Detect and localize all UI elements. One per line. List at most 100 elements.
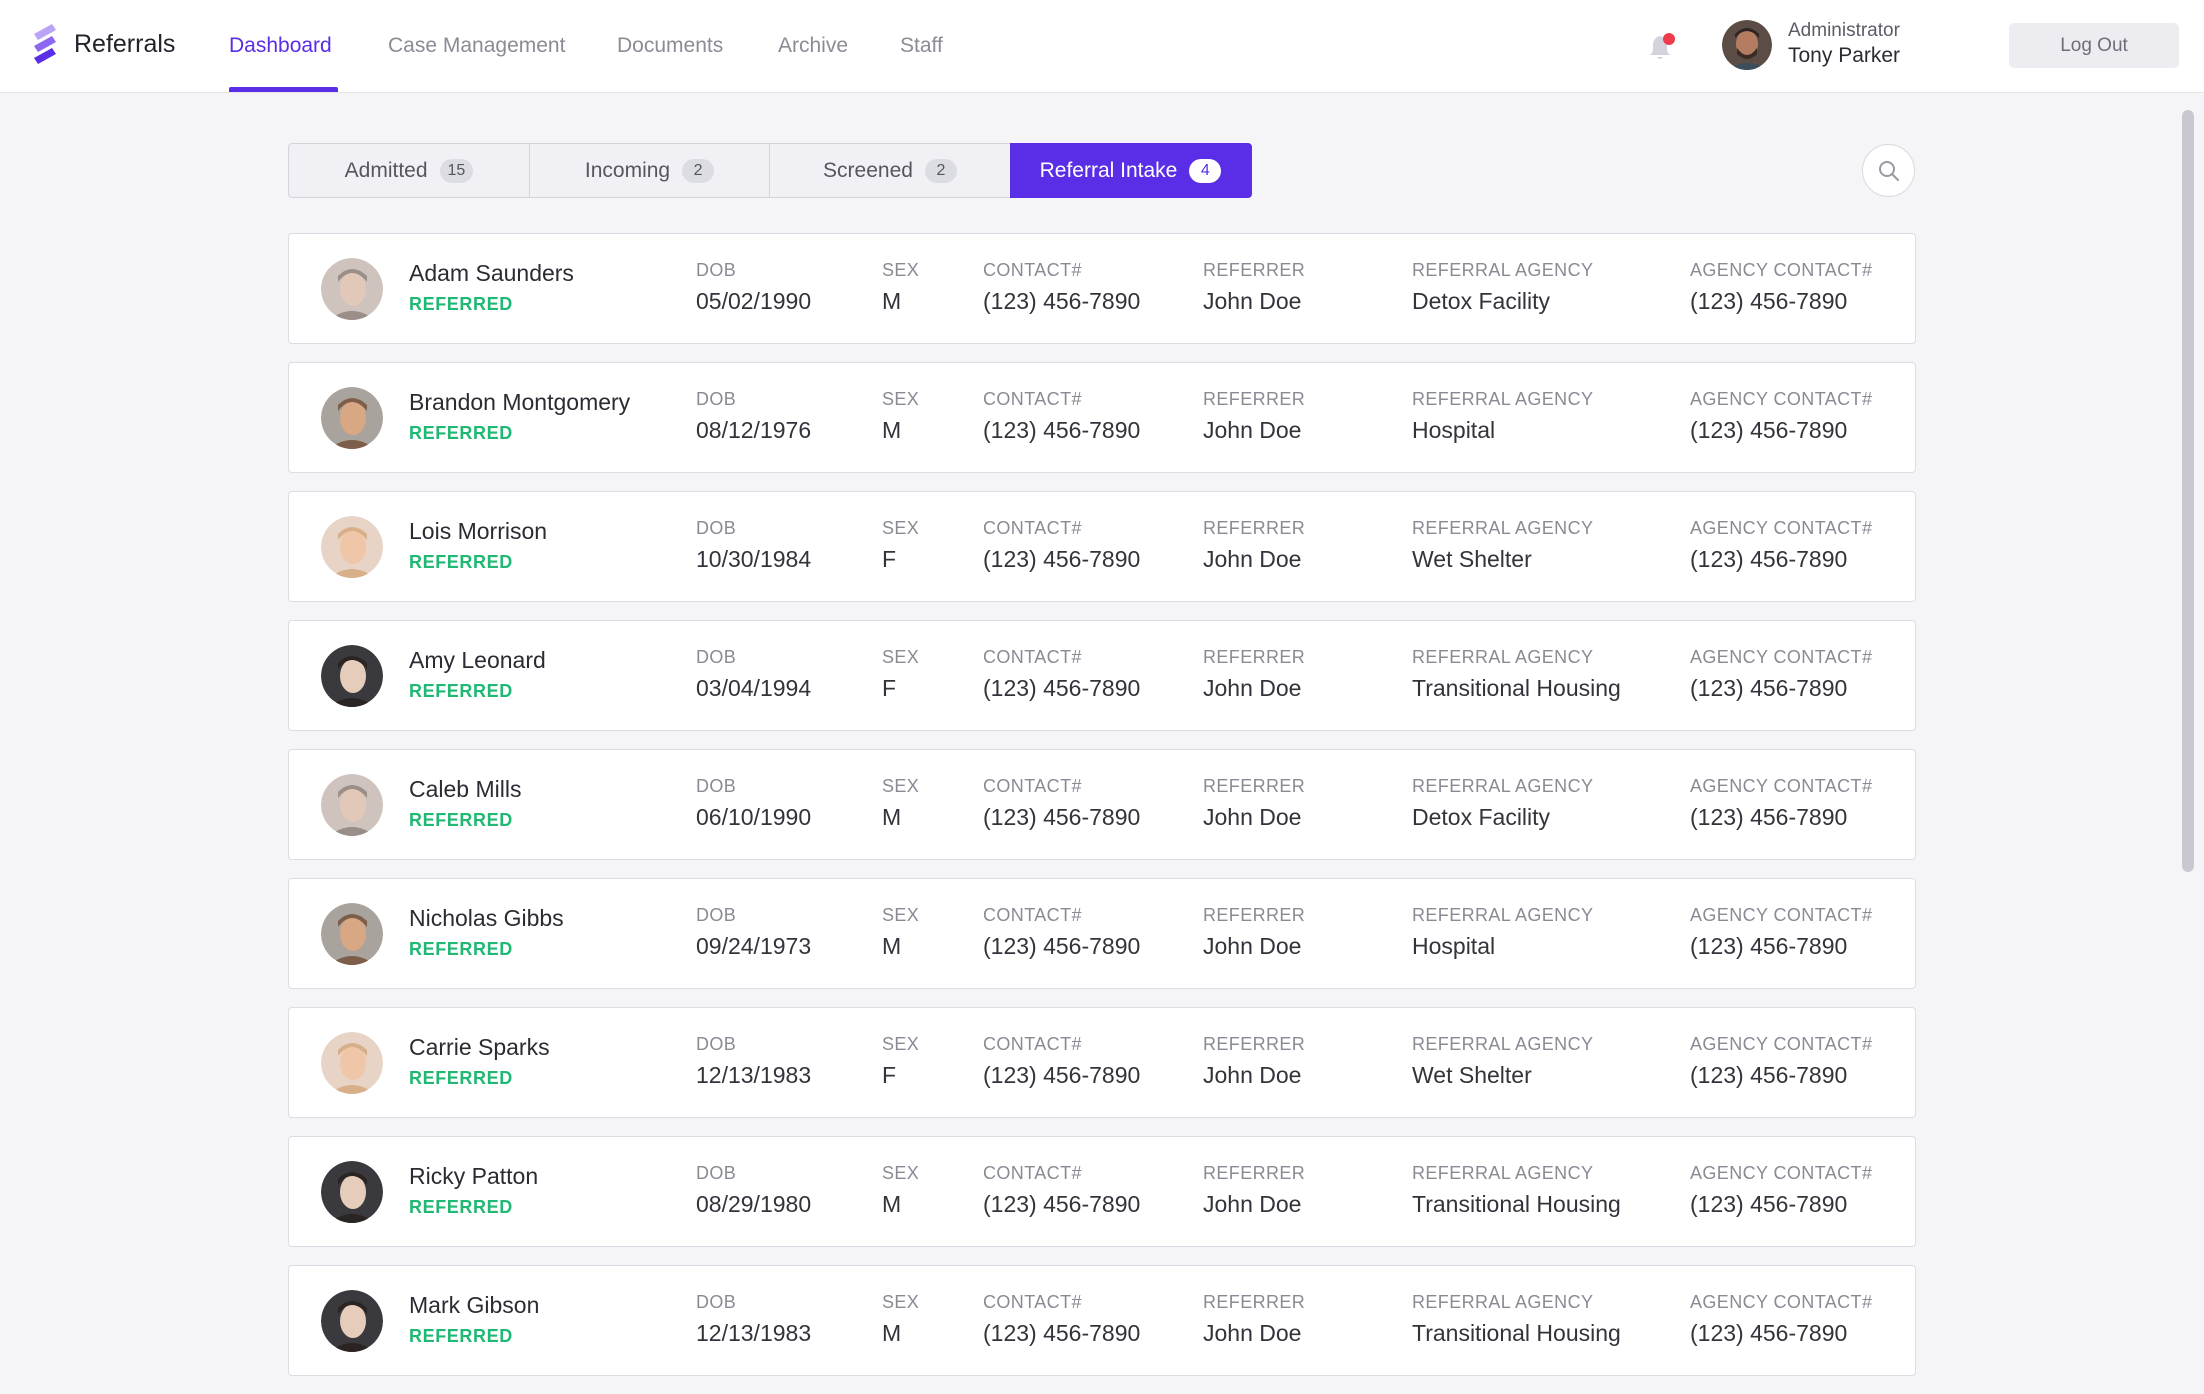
referral-card[interactable]: Adam Saunders REFERRED DOB 05/02/1990 SE… xyxy=(288,233,1916,344)
referral-card[interactable]: Nicholas Gibbs REFERRED DOB 09/24/1973 S… xyxy=(288,878,1916,989)
referrer-field: REFERRER John Doe xyxy=(1203,647,1305,702)
client-name[interactable]: Amy Leonard xyxy=(409,647,546,674)
bell-icon[interactable] xyxy=(1648,32,1676,62)
referral-agency-value: Transitional Housing xyxy=(1412,1191,1621,1217)
referrer-field: REFERRER John Doe xyxy=(1203,905,1305,960)
agency-contact-label: AGENCY CONTACT# xyxy=(1690,905,1873,925)
contact-value: (123) 456-7890 xyxy=(983,288,1141,314)
tab-admitted[interactable]: Admitted 15 xyxy=(288,143,530,198)
referrer-value: John Doe xyxy=(1203,288,1302,314)
client-avatar xyxy=(321,1290,383,1352)
referral-agency-label: REFERRAL AGENCY xyxy=(1412,1034,1594,1054)
client-name[interactable]: Adam Saunders xyxy=(409,260,574,287)
tab-incoming[interactable]: Incoming 2 xyxy=(528,143,771,198)
app-title[interactable]: Referrals xyxy=(74,30,175,59)
referrer-label: REFERRER xyxy=(1203,1163,1306,1183)
client-avatar xyxy=(321,645,383,707)
client-name[interactable]: Lois Morrison xyxy=(409,518,547,545)
count-badge: 2 xyxy=(682,158,715,183)
referral-agency-label: REFERRAL AGENCY xyxy=(1412,1163,1594,1183)
agency-contact-value: (123) 456-7890 xyxy=(1690,804,1848,830)
contact-field: CONTACT# (123) 456-7890 xyxy=(983,905,1140,960)
app-logo-icon[interactable] xyxy=(30,22,60,68)
status-label: REFERRED xyxy=(409,939,513,959)
tab-referral-intake[interactable]: Referral Intake 4 xyxy=(1009,143,1252,198)
referrer-value: John Doe xyxy=(1203,804,1302,830)
nav-dashboard[interactable]: Dashboard xyxy=(229,34,332,58)
referral-agency-value: Transitional Housing xyxy=(1412,1320,1621,1346)
sex-value: F xyxy=(882,546,897,572)
search-button[interactable] xyxy=(1862,144,1915,197)
agency-contact-value: (123) 456-7890 xyxy=(1690,933,1848,959)
contact-value: (123) 456-7890 xyxy=(983,933,1141,959)
referral-card[interactable]: Amy Leonard REFERRED DOB 03/04/1994 SEX … xyxy=(288,620,1916,731)
client-name[interactable]: Ricky Patton xyxy=(409,1163,538,1190)
nav-case-management[interactable]: Case Management xyxy=(388,34,565,58)
referral-agency-value: Hospital xyxy=(1412,933,1496,959)
contact-value: (123) 456-7890 xyxy=(983,804,1141,830)
referral-agency-field: REFERRAL AGENCY Transitional Housing xyxy=(1412,1292,1621,1347)
referral-card[interactable]: Carrie Sparks REFERRED DOB 12/13/1983 SE… xyxy=(288,1007,1916,1118)
client-name[interactable]: Carrie Sparks xyxy=(409,1034,550,1061)
agency-contact-field: AGENCY CONTACT# (123) 456-7890 xyxy=(1690,647,1872,702)
logout-button[interactable]: Log Out xyxy=(2009,23,2179,68)
referral-agency-value: Transitional Housing xyxy=(1412,675,1621,701)
contact-label: CONTACT# xyxy=(983,905,1082,925)
page-scrollbar[interactable] xyxy=(2182,110,2194,872)
dob-value: 12/13/1983 xyxy=(696,1062,812,1088)
client-name[interactable]: Caleb Mills xyxy=(409,776,521,803)
referral-agency-field: REFERRAL AGENCY Wet Shelter xyxy=(1412,518,1593,573)
contact-field: CONTACT# (123) 456-7890 xyxy=(983,776,1140,831)
tab-label: Referral Intake xyxy=(1039,158,1178,182)
dob-value: 05/02/1990 xyxy=(696,288,812,314)
referrer-field: REFERRER John Doe xyxy=(1203,518,1305,573)
sex-value: M xyxy=(882,417,902,443)
sex-label: SEX xyxy=(882,518,920,538)
referral-agency-field: REFERRAL AGENCY Hospital xyxy=(1412,389,1593,444)
referrer-label: REFERRER xyxy=(1203,647,1306,667)
dob-field: DOB 06/10/1990 xyxy=(696,776,811,831)
top-navigation-bar: Referrals Dashboard Case Management Docu… xyxy=(0,0,2204,93)
sex-value: M xyxy=(882,804,902,830)
tab-screened[interactable]: Screened 2 xyxy=(769,143,1011,198)
agency-contact-value: (123) 456-7890 xyxy=(1690,1320,1848,1346)
nav-documents[interactable]: Documents xyxy=(617,34,723,58)
client-avatar xyxy=(321,903,383,965)
sex-field: SEX M xyxy=(882,1292,919,1347)
client-name[interactable]: Brandon Montgomery xyxy=(409,389,630,416)
referral-card[interactable]: Mark Gibson REFERRED DOB 12/13/1983 SEX … xyxy=(288,1265,1916,1376)
referrer-label: REFERRER xyxy=(1203,389,1306,409)
tab-label: Incoming xyxy=(584,158,671,182)
nav-archive[interactable]: Archive xyxy=(778,34,848,58)
dob-field: DOB 03/04/1994 xyxy=(696,647,811,702)
dob-value: 09/24/1973 xyxy=(696,933,812,959)
client-name[interactable]: Nicholas Gibbs xyxy=(409,905,564,932)
sex-value: F xyxy=(882,1062,897,1088)
referral-agency-field: REFERRAL AGENCY Transitional Housing xyxy=(1412,647,1621,702)
referral-agency-label: REFERRAL AGENCY xyxy=(1412,905,1594,925)
referral-card[interactable]: Ricky Patton REFERRED DOB 08/29/1980 SEX… xyxy=(288,1136,1916,1247)
contact-field: CONTACT# (123) 456-7890 xyxy=(983,389,1140,444)
referral-card[interactable]: Caleb Mills REFERRED DOB 06/10/1990 SEX … xyxy=(288,749,1916,860)
referral-card[interactable]: Brandon Montgomery REFERRED DOB 08/12/19… xyxy=(288,362,1916,473)
referrer-label: REFERRER xyxy=(1203,776,1306,796)
referral-card[interactable]: Lois Morrison REFERRED DOB 10/30/1984 SE… xyxy=(288,491,1916,602)
nav-staff[interactable]: Staff xyxy=(900,34,943,58)
referrer-value: John Doe xyxy=(1203,1062,1302,1088)
user-avatar[interactable] xyxy=(1722,20,1772,70)
referral-agency-field: REFERRAL AGENCY Transitional Housing xyxy=(1412,1163,1621,1218)
dob-value: 12/13/1983 xyxy=(696,1320,812,1346)
referrer-value: John Doe xyxy=(1203,1191,1302,1217)
client-name[interactable]: Mark Gibson xyxy=(409,1292,539,1319)
agency-contact-field: AGENCY CONTACT# (123) 456-7890 xyxy=(1690,1163,1872,1218)
referrer-value: John Doe xyxy=(1203,546,1302,572)
sex-label: SEX xyxy=(882,776,920,796)
client-avatar xyxy=(321,1032,383,1094)
contact-field: CONTACT# (123) 456-7890 xyxy=(983,518,1140,573)
referral-agency-field: REFERRAL AGENCY Detox Facility xyxy=(1412,260,1593,315)
status-label: REFERRED xyxy=(409,681,513,701)
contact-label: CONTACT# xyxy=(983,1034,1082,1054)
referral-agency-label: REFERRAL AGENCY xyxy=(1412,647,1594,667)
agency-contact-label: AGENCY CONTACT# xyxy=(1690,776,1873,796)
referrer-field: REFERRER John Doe xyxy=(1203,1034,1305,1089)
